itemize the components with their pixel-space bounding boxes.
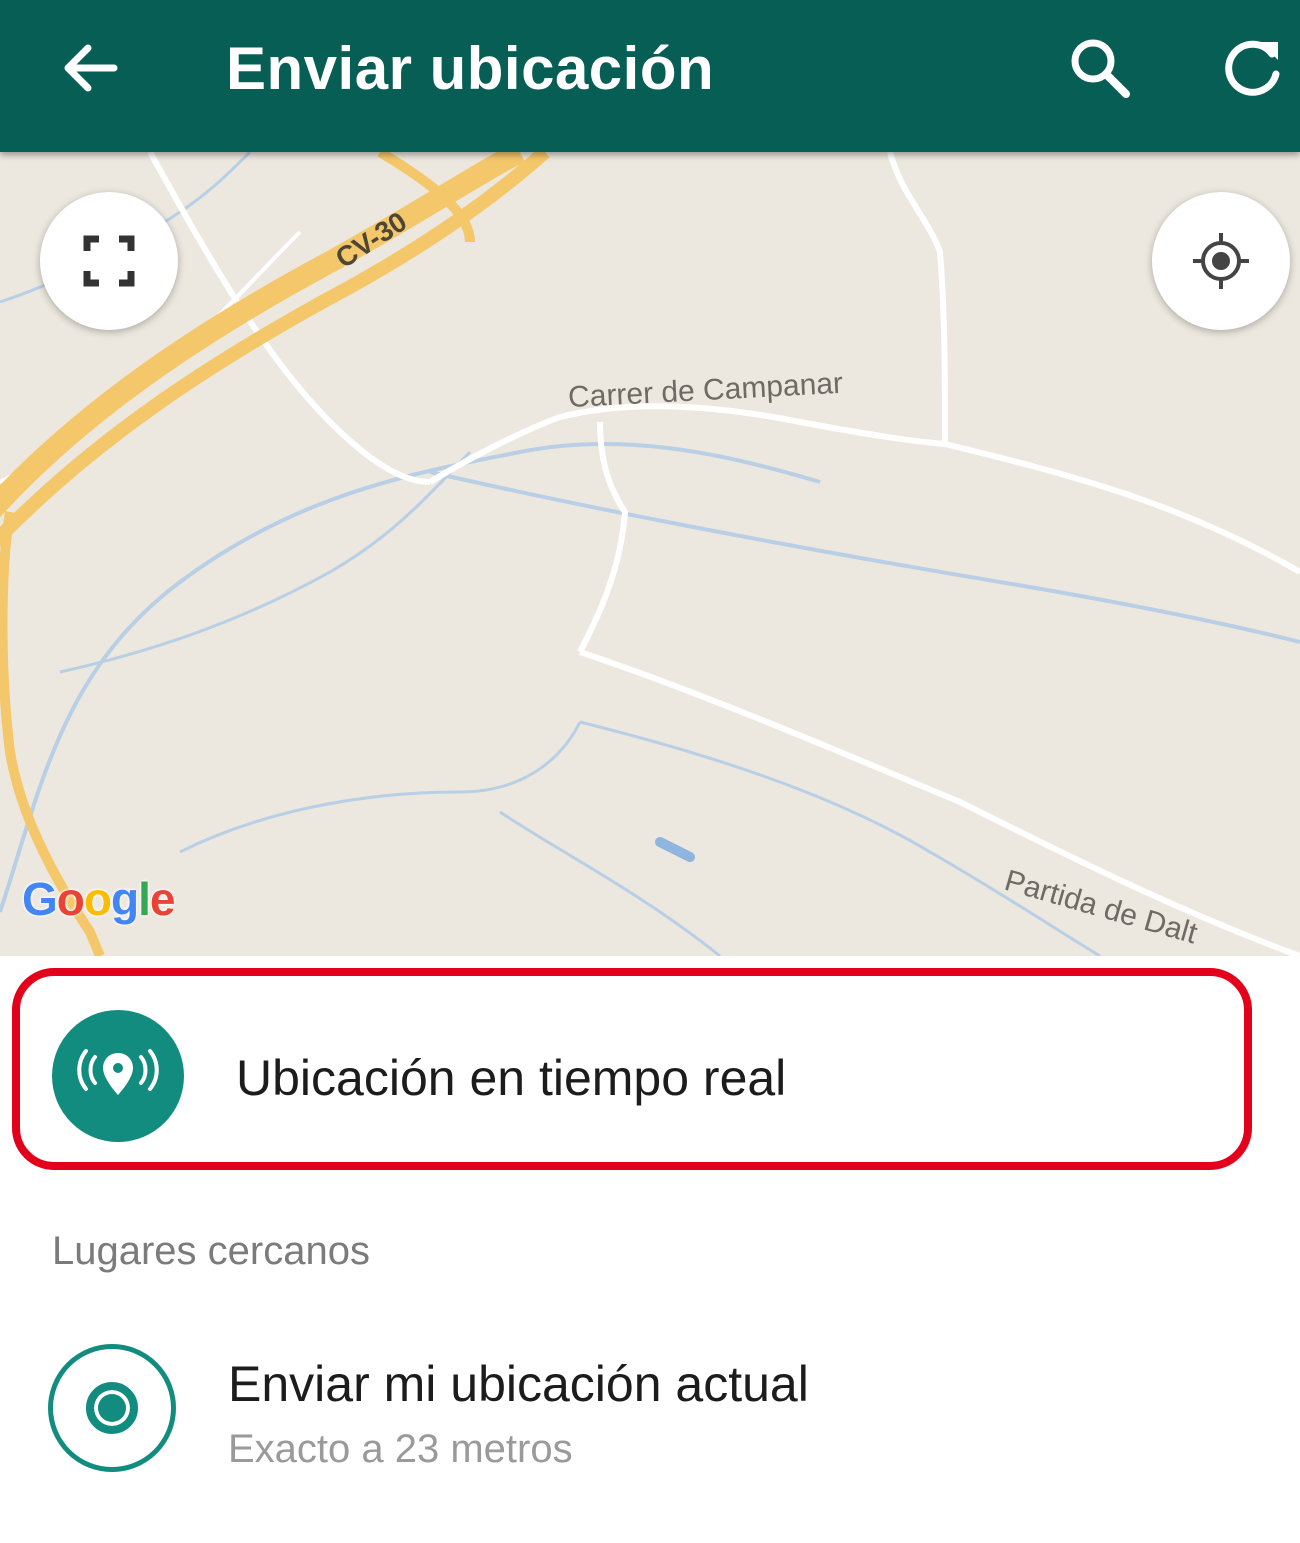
app-bar: Enviar ubicación xyxy=(0,0,1300,152)
live-location-row[interactable]: Ubicación en tiempo real xyxy=(12,968,1252,1170)
my-location-button[interactable] xyxy=(1152,192,1290,330)
map-view[interactable]: CV-30 Carrer de Campanar Partida de Dalt… xyxy=(0,152,1300,956)
fullscreen-icon xyxy=(83,235,135,287)
send-current-location-label: Enviar mi ubicación actual xyxy=(228,1356,809,1412)
live-location-label: Ubicación en tiempo real xyxy=(236,1050,787,1106)
map-roads xyxy=(0,152,1300,956)
refresh-icon[interactable] xyxy=(1220,34,1286,100)
search-icon[interactable] xyxy=(1066,34,1134,102)
live-location-icon xyxy=(52,1010,184,1142)
nearby-places-header: Lugares cercanos xyxy=(52,1229,370,1273)
send-current-location-row[interactable]: Enviar mi ubicación actual Exacto a 23 m… xyxy=(0,1330,1300,1500)
back-arrow-icon[interactable] xyxy=(58,36,122,100)
fullscreen-button[interactable] xyxy=(40,192,178,330)
google-attribution: Google xyxy=(22,873,175,925)
page-title: Enviar ubicación xyxy=(226,35,715,102)
current-location-icon xyxy=(48,1344,176,1472)
my-location-icon xyxy=(1193,233,1249,289)
location-accuracy-text: Exacto a 23 metros xyxy=(228,1427,573,1471)
